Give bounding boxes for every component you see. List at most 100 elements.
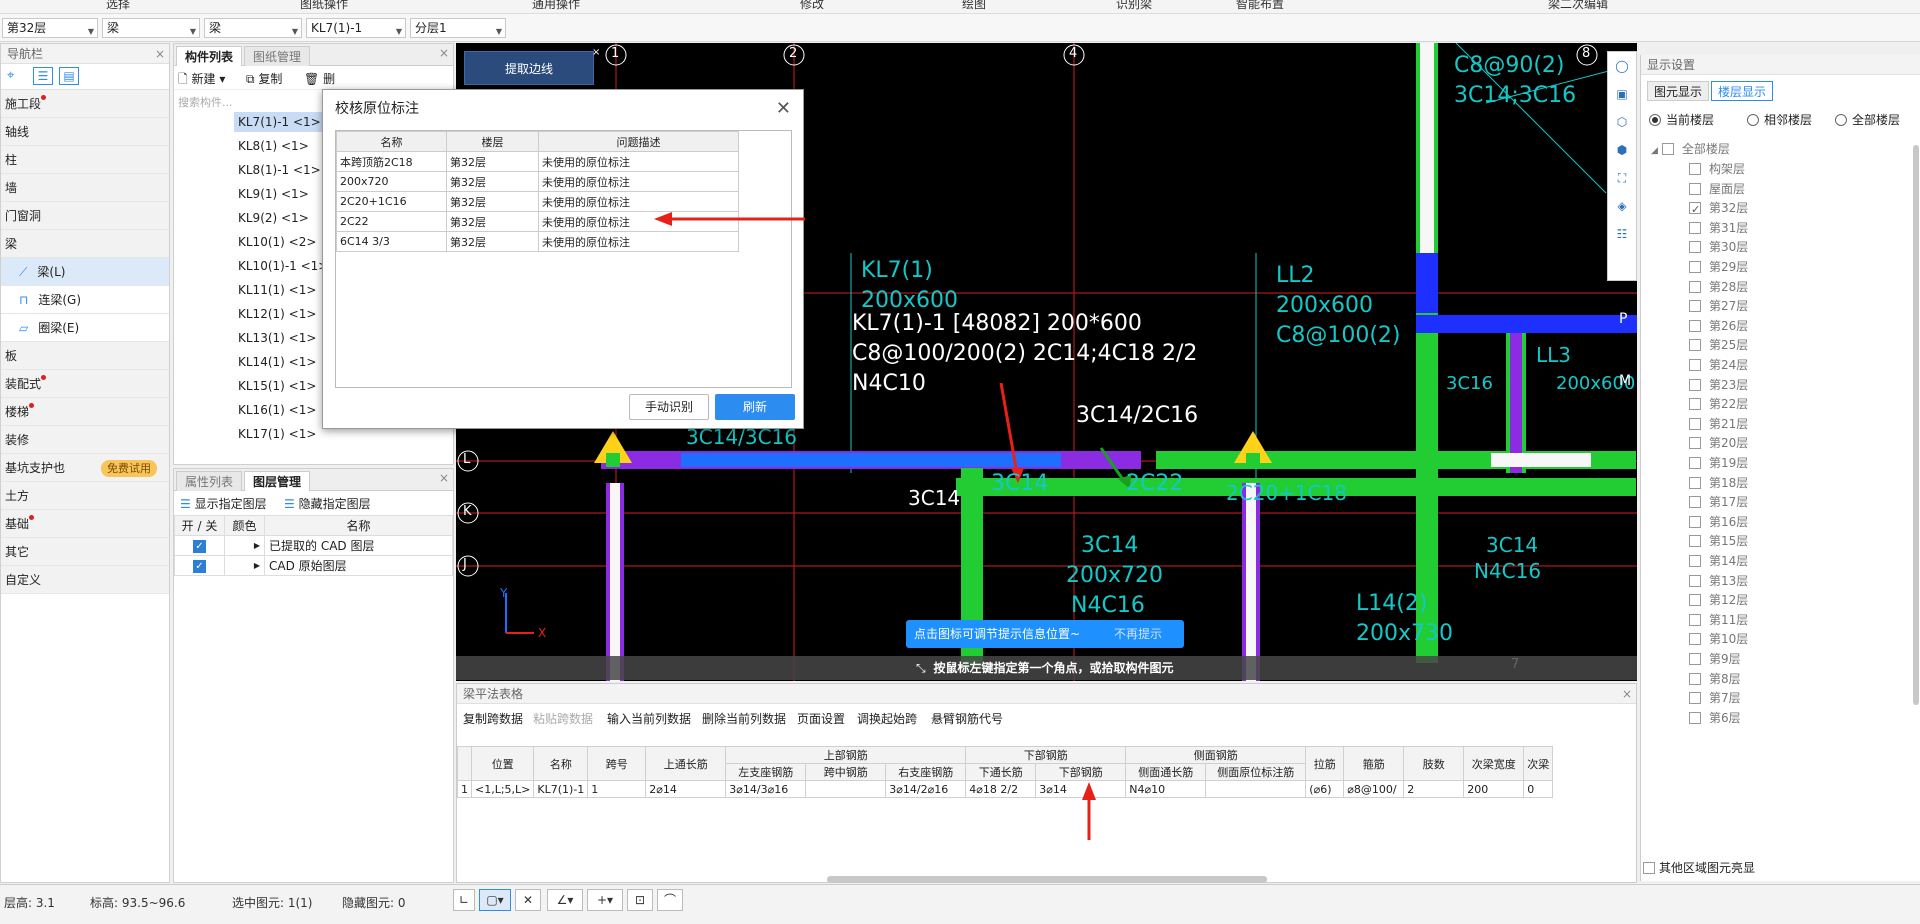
checkbox-checked[interactable]: ✓ (193, 540, 206, 553)
close-icon[interactable]: × (1622, 684, 1632, 704)
menu-drawing-ops[interactable]: 图纸操作 (300, 0, 348, 12)
radio-adjacent-floor[interactable]: 相邻楼层 (1747, 111, 1812, 128)
cell[interactable]: 3⌀14/2⌀16 (885, 780, 967, 798)
offset-icon[interactable]: +▾ (587, 889, 623, 911)
menu-draw[interactable]: 绘图 (962, 0, 986, 12)
floor-item[interactable]: 第10层 (1689, 629, 1748, 649)
list-item[interactable]: KL10(1) <2> (234, 232, 320, 252)
cell[interactable]: KL7(1)-1 (533, 780, 589, 798)
tab-property-list[interactable]: 属性列表 (176, 471, 243, 491)
snap-icon[interactable]: ⊡ (627, 889, 653, 911)
floor-item[interactable]: 构架层 (1689, 159, 1745, 179)
floor-item[interactable]: 第19层 (1689, 453, 1748, 473)
orbit-icon[interactable]: ◯ (1608, 52, 1636, 80)
nav-sub-ring-beam[interactable]: ▱ 圈梁(E) (1, 314, 169, 342)
floor-select[interactable]: 第32层 ▼ (2, 18, 98, 38)
cell[interactable]: 200 (1463, 780, 1525, 798)
floor-item[interactable]: 第20层 (1689, 433, 1748, 453)
cell[interactable] (805, 780, 887, 798)
layer-cube-icon[interactable]: ◈ (1608, 192, 1636, 220)
list-item[interactable]: KL9(1) <1> (234, 184, 313, 204)
dismiss-tooltip-button[interactable]: 不再提示 (1114, 620, 1162, 648)
table-row[interactable]: 本跨顶筋2C18 第32层 未使用的原位标注 (336, 151, 739, 172)
floor-item[interactable]: 第9层 (1689, 649, 1741, 669)
list-item[interactable]: KL7(1)-1 <1> (234, 112, 325, 132)
tab-layer-manage[interactable]: 图层管理 (244, 471, 311, 491)
nav-item-axis[interactable]: 轴线 (1, 118, 169, 146)
swap-span-button[interactable]: 调换起始跨 (857, 710, 917, 727)
nav-item-construction-stage[interactable]: 施工段 (1, 90, 169, 118)
paste-span-button[interactable]: 粘贴跨数据 (533, 710, 593, 727)
floor-item[interactable]: 第7层 (1689, 688, 1741, 708)
close-icon[interactable]: × (592, 47, 600, 58)
close-icon[interactable]: × (439, 471, 449, 485)
floor-item[interactable]: 第11层 (1689, 610, 1748, 630)
floor-item[interactable]: 第18层 (1689, 473, 1748, 493)
delete-button[interactable]: 🗑 删 (304, 70, 335, 87)
type-select[interactable]: 梁 ▼ (204, 18, 302, 38)
extract-edge-button[interactable]: 提取边线 (464, 51, 594, 85)
list-item[interactable]: KL10(1)-1 <1> (234, 256, 332, 276)
new-button[interactable]: 🗋 新建 ▾ (178, 70, 225, 91)
list-view-icon[interactable]: ☰ (33, 67, 53, 85)
nav-sub-coupling-beam[interactable]: ⊓ 连梁(G) (1, 286, 169, 314)
nav-item-foundation[interactable]: 基础 (1, 510, 169, 538)
layer-select[interactable]: 分层1 ▼ (410, 18, 506, 38)
floor-item[interactable]: 第27层 (1689, 296, 1748, 316)
cell[interactable]: 0 (1523, 780, 1554, 798)
menu-identify-beam[interactable]: 识别梁 (1116, 0, 1152, 12)
floor-item[interactable]: 第15层 (1689, 531, 1748, 551)
list-item[interactable]: KL9(2) <1> (234, 208, 313, 228)
floor-item[interactable]: 第21层 (1689, 414, 1748, 434)
vertical-scrollbar[interactable] (1913, 145, 1919, 705)
tab-element-display[interactable]: 图元显示 (1647, 81, 1710, 101)
manual-identify-button[interactable]: 手动识别 (629, 394, 709, 420)
cell[interactable]: 1 (587, 780, 647, 798)
input-column-button[interactable]: 输入当前列数据 (607, 710, 691, 727)
floor-item[interactable]: 第23层 (1689, 375, 1748, 395)
nav-item-slab[interactable]: 板 (1, 342, 169, 370)
list-item[interactable]: KL13(1) <1> (234, 328, 320, 348)
copy-button[interactable]: ⧉ 复制 (246, 70, 282, 87)
floor-item[interactable]: 第17层 (1689, 492, 1748, 512)
list-item[interactable]: KL15(1) <1> (234, 376, 320, 396)
list-item[interactable]: KL16(1) <1> (234, 400, 320, 420)
cell[interactable]: ⌀8@100/ (1343, 780, 1405, 798)
menu-beam-edit[interactable]: 梁二次编辑 (1548, 0, 1608, 12)
nav-item-wall[interactable]: 墙 (1, 174, 169, 202)
cube-icon[interactable]: ⬡ (1608, 108, 1636, 136)
nav-item-custom[interactable]: 自定义 (1, 566, 169, 594)
tree-root[interactable]: ◢ 全部楼层 (1651, 139, 1730, 159)
cell[interactable]: N4⌀10 (1125, 780, 1207, 798)
nav-item-column[interactable]: 柱 (1, 146, 169, 174)
menu-smart-layout[interactable]: 智能布置 (1236, 0, 1284, 12)
floor-item[interactable]: 第25层 (1689, 335, 1748, 355)
table-row[interactable]: 200x720 第32层 未使用的原位标注 (336, 171, 739, 192)
menu-select[interactable]: 选择 (106, 0, 130, 12)
detail-view-icon[interactable]: ▤ (59, 67, 79, 85)
list-item[interactable]: KL12(1) <1> (234, 304, 320, 324)
free-trial-badge[interactable]: 免费试用 (101, 460, 157, 477)
show-layer-button[interactable]: ☰ 显示指定图层 (180, 495, 267, 512)
floor-item[interactable]: 第22层 (1689, 394, 1748, 414)
floor-item[interactable]: 第29层 (1689, 257, 1748, 277)
floor-item[interactable]: 第26层 (1689, 316, 1748, 336)
nav-item-stairs[interactable]: 楼梯 (1, 398, 169, 426)
floor-item[interactable]: 第28层 (1689, 277, 1748, 297)
nav-item-other[interactable]: 其它 (1, 538, 169, 566)
nav-item-prefab[interactable]: 装配式 (1, 370, 169, 398)
list-item[interactable]: KL8(1)-1 <1> (234, 160, 325, 180)
angle-icon[interactable]: ∠▾ (547, 889, 583, 911)
floor-item[interactable]: 第16层 (1689, 512, 1748, 532)
cancel-icon[interactable]: ✕ (515, 889, 541, 911)
nav-item-beam[interactable]: 梁 (1, 230, 169, 258)
nav-sub-beam-l[interactable]: ⟋ 梁(L) (1, 258, 169, 286)
cell[interactable]: 4⌀18 2/2 (965, 780, 1037, 798)
cell[interactable]: 2 (1403, 780, 1465, 798)
nav-item-decoration[interactable]: 装修 (1, 426, 169, 454)
radio-all-floors[interactable]: 全部楼层 (1835, 111, 1900, 128)
menu-common-ops[interactable]: 通用操作 (532, 0, 580, 12)
copy-span-button[interactable]: 复制跨数据 (463, 710, 523, 727)
floor-item[interactable]: 屋面层 (1689, 179, 1745, 199)
pin-icon[interactable]: ⌖ (7, 68, 14, 83)
